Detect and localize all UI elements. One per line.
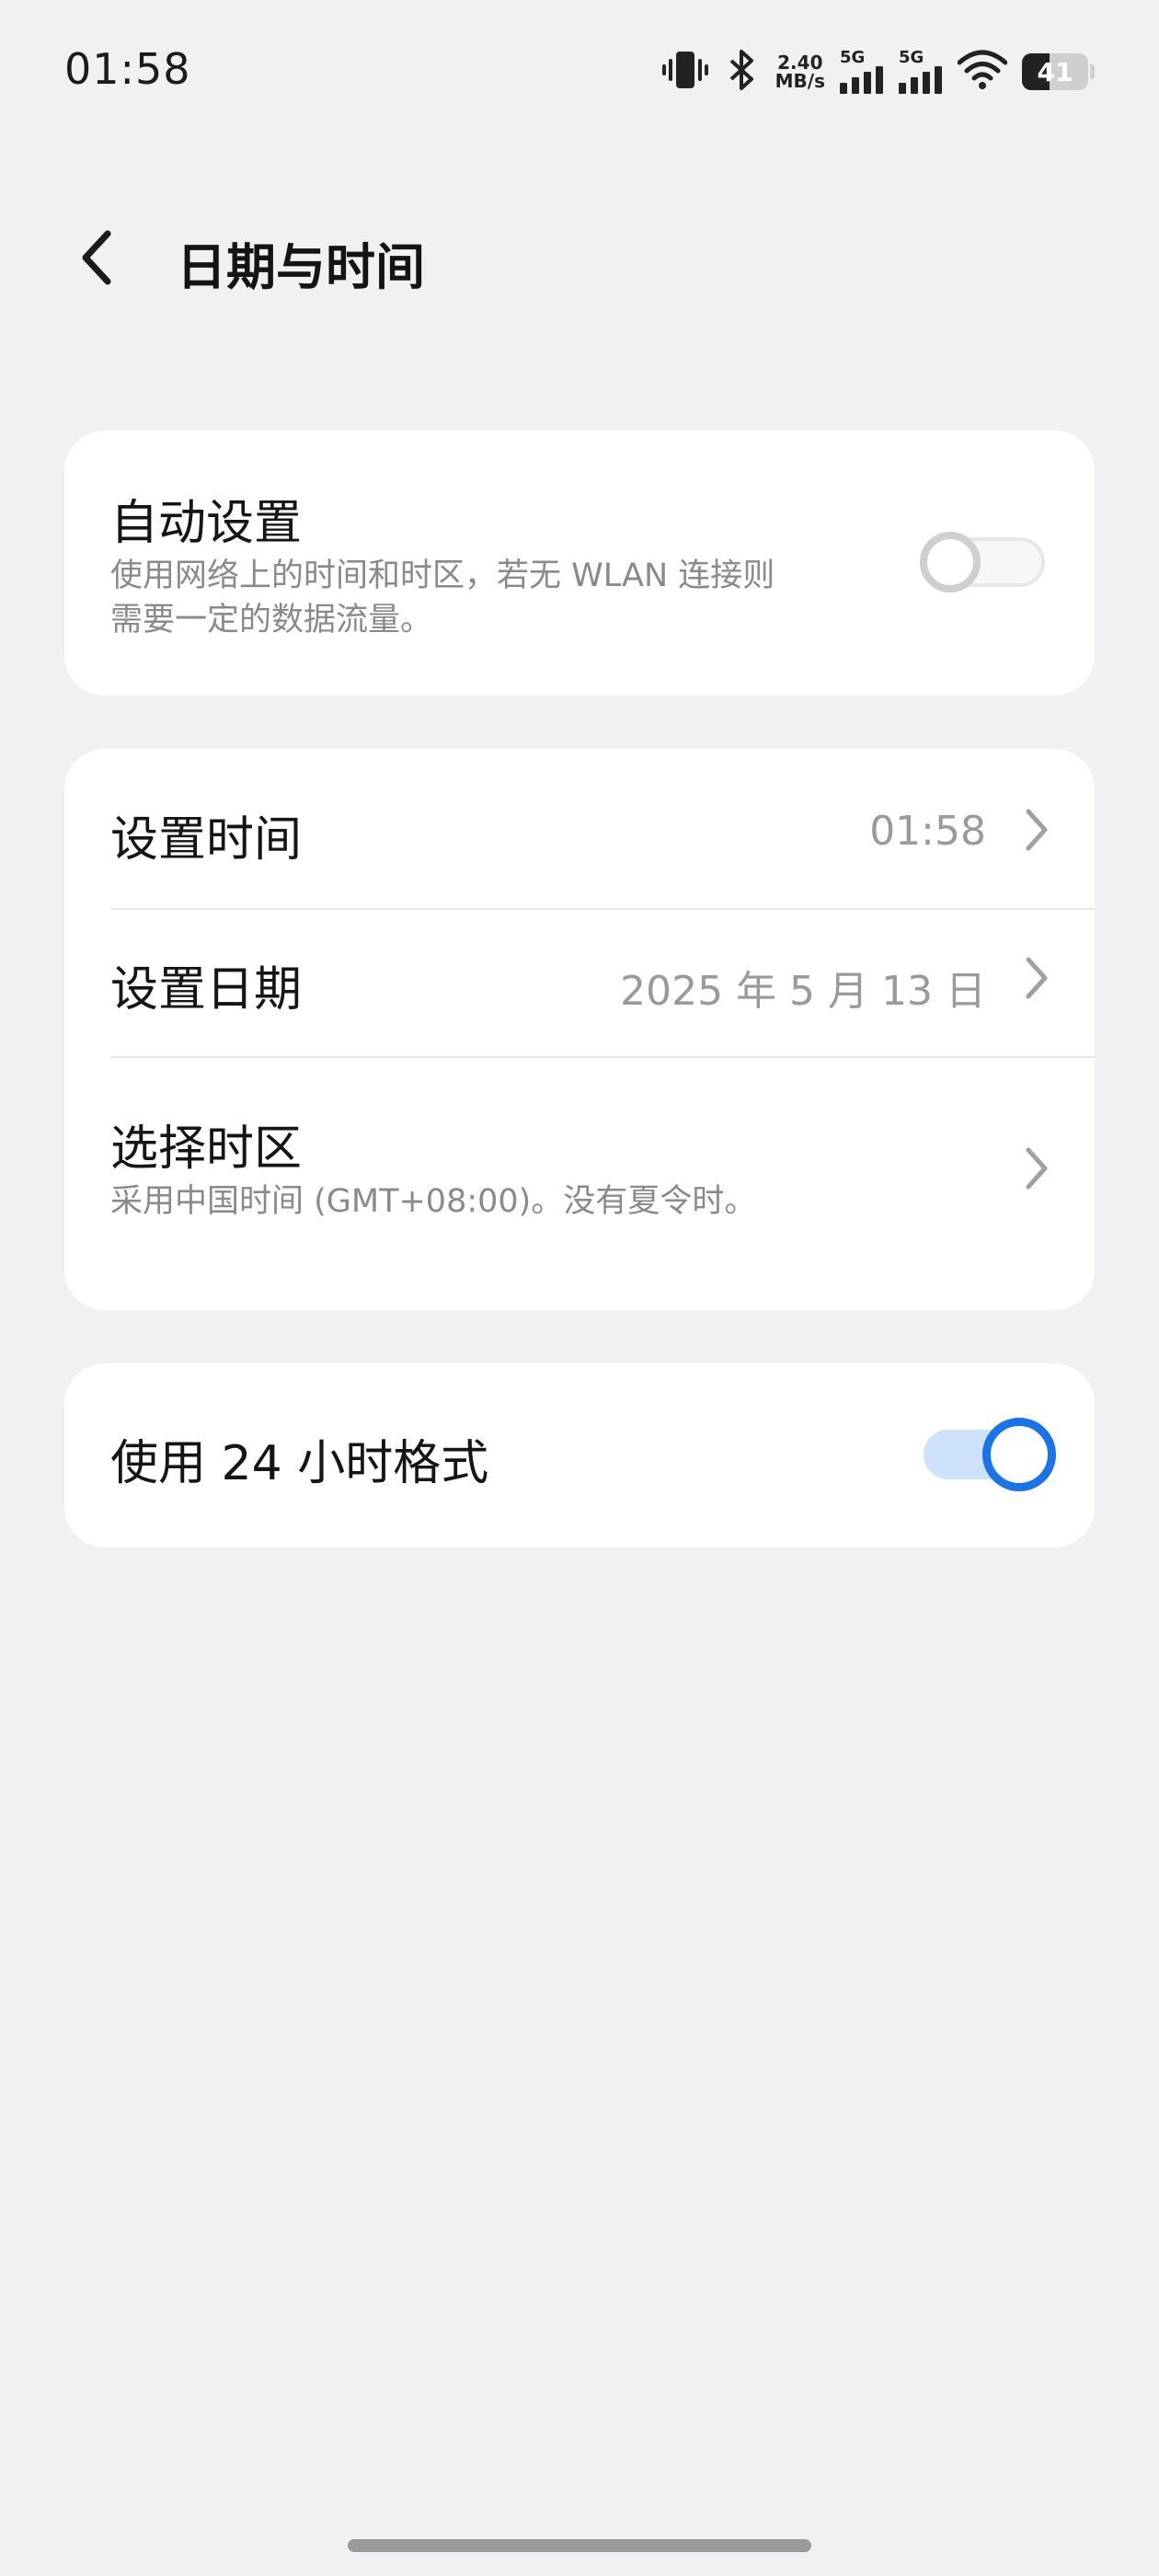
hour24-title: 使用 24 小时格式 — [110, 1436, 489, 1491]
bluetooth-icon — [724, 48, 761, 96]
chevron-right-icon — [1026, 957, 1048, 999]
network-speed-value: 2.40 — [777, 52, 823, 74]
toggle-knob — [920, 532, 981, 592]
set-time-row[interactable]: 设置时间 01:58 — [64, 749, 1095, 909]
battery-level: 41 — [1037, 56, 1073, 87]
vibrate-icon — [661, 48, 709, 96]
set-time-title: 设置时间 — [110, 812, 303, 868]
toggle-knob — [982, 1418, 1056, 1491]
status-icons: 2.40 MB/s 5G 5G 41 — [661, 46, 1095, 98]
auto-setting-subtitle-line1: 使用网络上的时间和时区，若无 WLAN 连接则 — [110, 558, 775, 594]
hour24-card: 使用 24 小时格式 — [64, 1363, 1095, 1547]
signal-1: 5G — [840, 50, 884, 94]
time-zone-title: 选择时区 — [110, 1121, 303, 1177]
auto-setting-card: 自动设置 使用网络上的时间和时区，若无 WLAN 连接则 需要一定的数据流量。 — [64, 431, 1095, 696]
hour24-row[interactable]: 使用 24 小时格式 — [64, 1363, 1095, 1547]
page-title: 日期与时间 — [177, 238, 425, 296]
wifi-icon — [957, 50, 1008, 94]
hour24-toggle[interactable] — [920, 1418, 1056, 1491]
network-speed: 2.40 MB/s — [775, 53, 825, 90]
status-bar: 01:58 2.40 MB/s 5G 5G 41 — [0, 0, 1159, 144]
signal-bars-icon — [840, 66, 883, 94]
back-button[interactable] — [64, 221, 129, 294]
battery-icon: 41 — [1022, 53, 1088, 90]
chevron-right-icon — [1026, 809, 1048, 851]
auto-setting-title: 自动设置 — [110, 496, 303, 551]
battery-tip — [1090, 64, 1095, 79]
time-zone-row[interactable]: 选择时区 采用中国时间 (GMT+08:00)。没有夏令时。 — [64, 1058, 1095, 1310]
signal-1-label: 5G — [840, 48, 866, 67]
auto-setting-toggle[interactable] — [920, 530, 1049, 594]
set-date-row[interactable]: 设置日期 2025 年 5 月 13 日 — [64, 910, 1095, 1057]
set-date-value: 2025 年 5 月 13 日 — [620, 968, 986, 1015]
status-time: 01:58 — [64, 44, 191, 94]
signal-2-label: 5G — [899, 48, 924, 67]
network-speed-unit: MB/s — [775, 70, 825, 92]
chevron-right-icon — [1026, 1147, 1048, 1190]
auto-setting-subtitle-line2: 需要一定的数据流量。 — [110, 602, 433, 638]
auto-setting-row[interactable]: 自动设置 使用网络上的时间和时区，若无 WLAN 连接则 需要一定的数据流量。 — [64, 431, 1095, 696]
time-zone-subtitle: 采用中国时间 (GMT+08:00)。没有夏令时。 — [110, 1183, 757, 1220]
home-indicator[interactable] — [348, 2539, 811, 2552]
set-date-title: 设置日期 — [110, 962, 303, 1018]
set-time-value: 01:58 — [869, 808, 986, 855]
time-date-card: 设置时间 01:58 设置日期 2025 年 5 月 13 日 选择时区 采用中… — [64, 749, 1095, 1310]
chevron-left-icon — [82, 230, 111, 285]
signal-bars-icon — [899, 66, 942, 94]
signal-2: 5G — [899, 50, 943, 94]
